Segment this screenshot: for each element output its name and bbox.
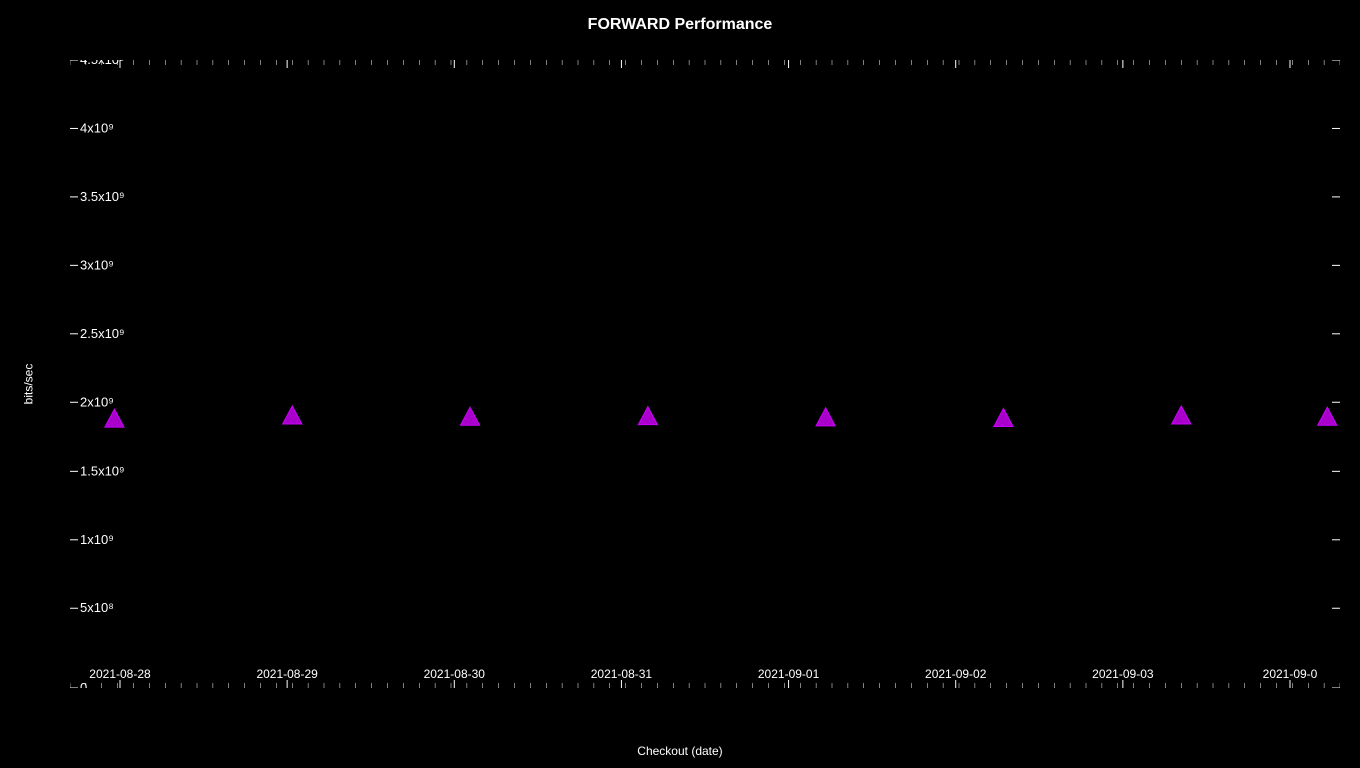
svg-text:2x10⁹: 2x10⁹ (80, 394, 114, 409)
chart-container: FORWARD Performance bits/sec 4.5x10⁹ 4x10… (0, 0, 1360, 768)
svg-text:1.5x10⁹: 1.5x10⁹ (80, 463, 125, 478)
svg-text:2021-09-03: 2021-09-03 (1092, 667, 1154, 681)
x-axis-label: Checkout (date) (0, 744, 1360, 758)
y-axis-label: bits/sec (21, 364, 35, 405)
chart-area: 4.5x10⁹ 4x10⁹ 3.5x10⁹ 3x10⁹ 2.5x10⁹ 2x10⁹ 1.5x… (70, 60, 1340, 688)
svg-text:2021-08-30: 2021-08-30 (424, 667, 486, 681)
svg-text:2021-08-28: 2021-08-28 (89, 667, 151, 681)
svg-text:2021-09-02: 2021-09-02 (925, 667, 987, 681)
svg-text:2021-08-31: 2021-08-31 (591, 667, 653, 681)
chart-svg: 4.5x10⁹ 4x10⁹ 3.5x10⁹ 3x10⁹ 2.5x10⁹ 2x10⁹ 1.5x… (70, 60, 1340, 688)
svg-text:3.5x10⁹: 3.5x10⁹ (80, 189, 125, 204)
svg-text:2021-08-29: 2021-08-29 (256, 667, 318, 681)
svg-text:3x10⁹: 3x10⁹ (80, 257, 114, 272)
svg-text:0: 0 (80, 680, 87, 688)
svg-text:1x10⁹: 1x10⁹ (80, 532, 114, 547)
svg-text:4x10⁹: 4x10⁹ (80, 120, 114, 135)
svg-text:5x10⁸: 5x10⁸ (80, 600, 114, 615)
svg-text:2021-09-01: 2021-09-01 (758, 667, 820, 681)
chart-title: FORWARD Performance (0, 16, 1360, 34)
svg-text:2.5x10⁹: 2.5x10⁹ (80, 326, 125, 341)
svg-text:2021-09-0: 2021-09-0 (1263, 667, 1318, 681)
svg-text:4.5x10⁹: 4.5x10⁹ (80, 60, 125, 67)
